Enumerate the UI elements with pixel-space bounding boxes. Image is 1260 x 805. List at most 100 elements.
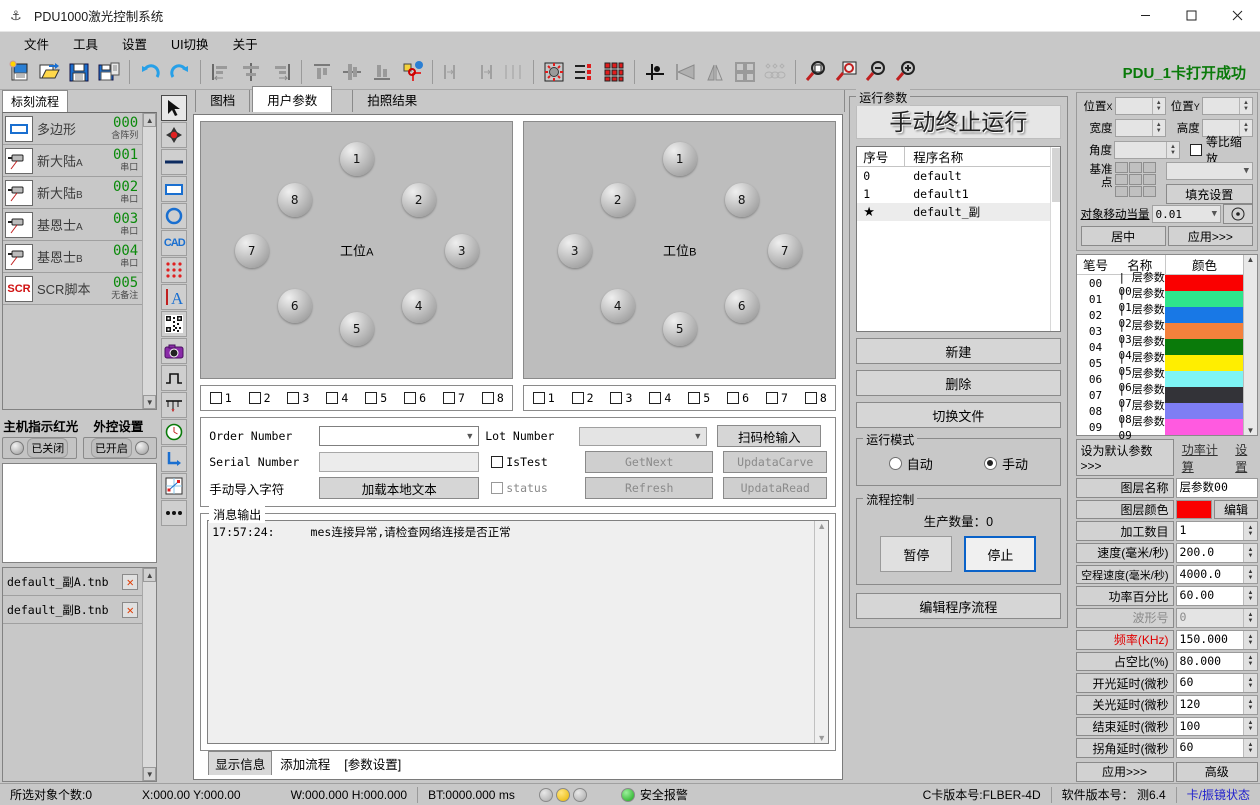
program-list[interactable]: 序号 程序名称 0 default 1 default1 ★: [856, 146, 1060, 332]
station-a-node-2[interactable]: 2: [402, 183, 436, 217]
pos-x-input[interactable]: ▲▼: [1115, 97, 1166, 115]
anchor-bl[interactable]: [1115, 186, 1128, 197]
checkbox-icon[interactable]: [610, 392, 622, 404]
minimize-button[interactable]: [1122, 0, 1168, 32]
menu-about[interactable]: 关于: [221, 32, 270, 55]
power-calc-link[interactable]: 功率计算: [1182, 441, 1228, 475]
spinner-icon[interactable]: ▲▼: [1243, 566, 1257, 584]
layer-name-input[interactable]: 层参数00: [1176, 478, 1258, 498]
angle-input[interactable]: ▲▼: [1114, 141, 1180, 159]
pen-color-swatch[interactable]: [1165, 403, 1243, 419]
frequency-input[interactable]: 150.000▲▼: [1176, 630, 1258, 650]
message-scrollbar[interactable]: ▲ ▼: [814, 521, 828, 743]
serial-number-input[interactable]: [319, 452, 479, 472]
station-a-cb-8[interactable]: 8: [482, 391, 504, 405]
cad-import-icon[interactable]: CAD: [161, 230, 187, 256]
scroll-down-icon[interactable]: ▼: [815, 733, 828, 743]
station-b-cb-8[interactable]: 8: [805, 391, 827, 405]
target-icon[interactable]: [1223, 204, 1253, 224]
program-row-2[interactable]: ★ default_副: [857, 203, 1049, 221]
zoom-page-icon[interactable]: [802, 57, 830, 87]
station-a-node-8[interactable]: 8: [278, 183, 312, 217]
close-icon[interactable]: ✕: [122, 574, 138, 590]
rectangle-icon[interactable]: [161, 176, 187, 202]
pen-color-swatch[interactable]: [1165, 339, 1243, 355]
station-b[interactable]: 1 8 7 6 5 4 3 2 工位B: [523, 121, 836, 379]
laser-off-delay-input[interactable]: 120▲▼: [1176, 695, 1258, 715]
station-b-cb-1[interactable]: 1: [533, 391, 555, 405]
open-file-icon[interactable]: [35, 57, 63, 87]
pen-table-scrollbar[interactable]: ▲ ▼: [1243, 255, 1257, 435]
card-status-link[interactable]: 卡/振镜状态: [1177, 786, 1260, 803]
pen-color-swatch[interactable]: [1165, 275, 1243, 291]
spinner-icon[interactable]: ▲▼: [1243, 674, 1257, 692]
clock-icon[interactable]: [161, 419, 187, 445]
station-a-node-3[interactable]: 3: [445, 234, 479, 268]
safety-alarm[interactable]: 安全报警: [611, 786, 698, 803]
switch-file-button[interactable]: 切换文件: [856, 402, 1060, 428]
dist-right-icon[interactable]: [469, 57, 497, 87]
corner-delay-input[interactable]: 60▲▼: [1176, 738, 1258, 758]
flow-item-0[interactable]: 多边形 000 含阵列: [3, 113, 142, 145]
program-row-1[interactable]: 1 default1: [857, 185, 1049, 203]
chevron-down-icon[interactable]: ▼: [693, 431, 702, 441]
tab-param-settings[interactable]: [参数设置]: [338, 752, 407, 775]
flow-item-5[interactable]: SCR SCR脚本 005 无备注: [3, 273, 142, 305]
redlight-toggle[interactable]: 已关闭: [2, 437, 77, 459]
getnext-button[interactable]: GetNext: [585, 451, 713, 473]
anchor-tc[interactable]: [1129, 162, 1142, 173]
idle-speed-input[interactable]: 4000.0▲▼: [1176, 565, 1258, 585]
apply-layer-button[interactable]: 应用>>>: [1076, 762, 1174, 782]
station-a-node-5[interactable]: 5: [340, 312, 374, 346]
menu-tools[interactable]: 工具: [61, 32, 110, 55]
updataread-button[interactable]: UpdataRead: [723, 477, 827, 499]
station-b-cb-2[interactable]: 2: [572, 391, 594, 405]
spinner-icon[interactable]: ▲▼: [1243, 609, 1257, 627]
tab-mark-flow[interactable]: 标刻流程: [2, 90, 68, 112]
scroll-down-icon[interactable]: ▼: [1247, 426, 1255, 435]
program-list-scrollbar[interactable]: [1050, 147, 1060, 331]
scroll-down-icon[interactable]: ▼: [143, 767, 156, 781]
load-local-text-button[interactable]: 加载本地文本: [319, 477, 479, 499]
edit-color-button[interactable]: 编辑: [1214, 500, 1258, 520]
checkbox-icon[interactable]: [365, 392, 377, 404]
station-a[interactable]: 1 2 3 4 5 6 7 8 工位A: [200, 121, 513, 379]
spinner-icon[interactable]: ▲▼: [1243, 631, 1257, 649]
dot-matrix-icon[interactable]: [161, 257, 187, 283]
spinner-icon[interactable]: ▲▼: [1243, 653, 1257, 671]
group-icon[interactable]: [731, 57, 759, 87]
spinner-icon[interactable]: ▲▼: [1243, 522, 1257, 540]
align-right-icon[interactable]: [267, 57, 295, 87]
waveform-input[interactable]: 0▲▼: [1176, 608, 1258, 628]
station-a-cb-5[interactable]: 5: [365, 391, 387, 405]
align-top-icon[interactable]: [308, 57, 336, 87]
pos-y-input[interactable]: ▲▼: [1202, 97, 1253, 115]
station-b-cb-5[interactable]: 5: [688, 391, 710, 405]
zoom-sel-icon[interactable]: [832, 57, 860, 87]
dist-left-icon[interactable]: [439, 57, 467, 87]
anchor-br[interactable]: [1143, 186, 1156, 197]
scroll-up-icon[interactable]: ▲: [143, 113, 156, 127]
settings-link[interactable]: 设置: [1235, 441, 1258, 475]
text-icon[interactable]: A: [161, 284, 187, 310]
chevron-down-icon[interactable]: ▼: [465, 431, 474, 441]
set-default-params-button[interactable]: 设为默认参数>>>: [1076, 439, 1174, 476]
step-wave-icon[interactable]: [161, 365, 187, 391]
center-object-button[interactable]: 居中: [1081, 226, 1166, 246]
new-file-icon[interactable]: [5, 57, 33, 87]
pen-color-swatch[interactable]: [1165, 323, 1243, 339]
program-row-0[interactable]: 0 default: [857, 167, 1049, 185]
order-number-input[interactable]: ▼: [319, 426, 479, 446]
checkbox-icon[interactable]: [688, 392, 700, 404]
spinner-icon[interactable]: ▲▼: [1152, 120, 1165, 136]
scroll-up-icon[interactable]: ▲: [143, 568, 156, 582]
pen-color-swatch[interactable]: [1165, 355, 1243, 371]
grid-view-icon[interactable]: [600, 57, 628, 87]
advanced-button[interactable]: 高级: [1176, 762, 1258, 782]
width-input[interactable]: ▲▼: [1115, 119, 1166, 137]
checkbox-icon[interactable]: [727, 392, 739, 404]
checkbox-icon[interactable]: [249, 392, 261, 404]
layer-color-swatch[interactable]: [1176, 500, 1212, 520]
origin-icon[interactable]: [641, 57, 669, 87]
station-b-node-6[interactable]: 6: [725, 289, 759, 323]
